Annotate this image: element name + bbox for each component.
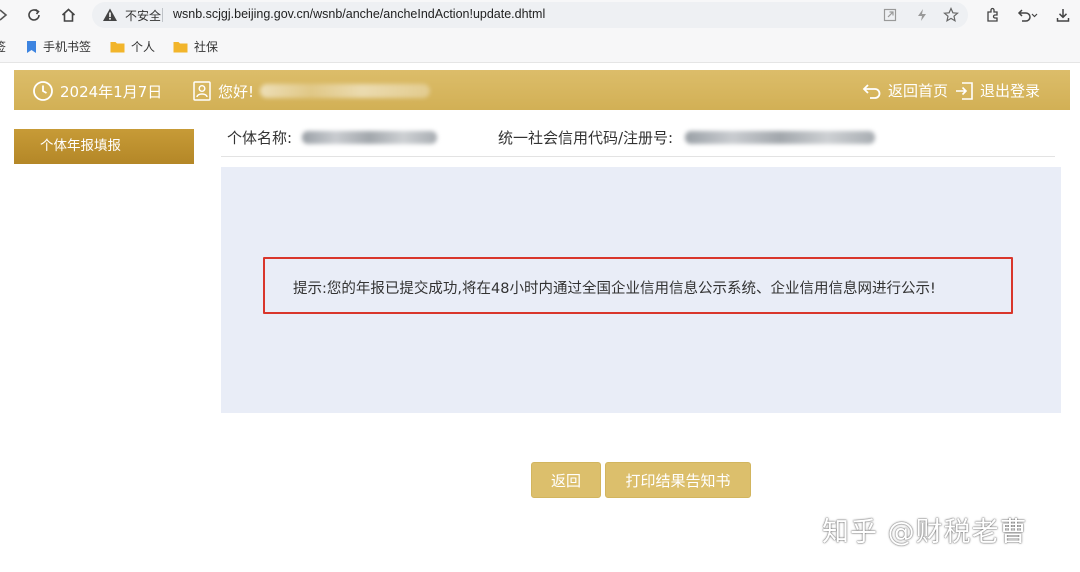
browser-toolbar: 不安全 wsnb.scjgj.beijing.gov.cn/wsnb/anche…	[0, 0, 1080, 30]
bookmark-label: 社保	[194, 40, 219, 54]
notice-highlight-box: 提示:您的年报已提交成功,将在48小时内通过全国企业信用信息公示系统、企业信用信…	[263, 257, 1013, 314]
home-icon[interactable]	[56, 3, 80, 27]
credit-code-row: 统一社会信用代码/注册号:	[498, 127, 876, 148]
open-in-app-icon[interactable]	[882, 7, 898, 23]
insecure-label[interactable]: 不安全	[125, 7, 161, 24]
bookmark-personal[interactable]: 个人	[110, 38, 155, 55]
extensions-icon[interactable]	[982, 4, 1004, 26]
bookmark-label: 个人	[131, 40, 156, 54]
user-badge-icon	[193, 81, 211, 101]
warning-icon	[102, 7, 118, 27]
watermark-text: 知乎 @财税老曹	[822, 517, 1028, 548]
credit-code-label: 统一社会信用代码/注册号:	[498, 129, 674, 147]
notice-text: 提示:您的年报已提交成功,将在48小时内通过全国企业信用信息公示系统、企业信用信…	[293, 281, 936, 297]
header-greeting: 您好!	[192, 80, 431, 102]
entity-name-label: 个体名称:	[227, 129, 293, 147]
print-result-button[interactable]: 打印结果告知书	[605, 462, 751, 498]
forward-icon[interactable]	[0, 3, 16, 27]
greeting-text: 您好!	[218, 82, 255, 101]
date-text: 2024年1月7日	[60, 82, 163, 101]
bookmark-social-security[interactable]: 社保	[173, 38, 218, 55]
back-button[interactable]: 返回	[531, 462, 601, 498]
logout-link[interactable]: 退出登录	[954, 80, 1040, 101]
bookmark-item[interactable]: 签	[0, 38, 6, 55]
redacted-entity-name	[302, 131, 438, 144]
redacted-user-name	[260, 84, 431, 98]
reload-icon[interactable]	[22, 3, 46, 27]
header-date: 2024年1月7日	[32, 80, 162, 102]
sidebar-item-annual-report[interactable]: 个体年报填报	[14, 129, 194, 164]
bookmark-label: 手机书签	[43, 40, 92, 54]
logout-link-label: 退出登录	[980, 82, 1041, 100]
page-header: 2024年1月7日 您好! 返回首页 退出登录	[14, 70, 1070, 110]
entity-name-row: 个体名称:	[227, 127, 438, 148]
separator	[162, 8, 163, 22]
star-icon[interactable]	[943, 7, 959, 23]
home-link-label: 返回首页	[888, 82, 949, 100]
home-link[interactable]: 返回首页	[862, 80, 948, 101]
mobile-bookmark-icon	[27, 40, 36, 53]
undo-dropdown-icon[interactable]	[1016, 4, 1038, 26]
bookmarks-bar: 签 手机书签 个人 社保	[0, 30, 1080, 63]
lightning-icon[interactable]	[914, 7, 930, 23]
folder-icon	[173, 41, 188, 52]
folder-icon	[110, 41, 125, 52]
bookmark-mobile[interactable]: 手机书签	[26, 38, 91, 55]
return-arrow-icon	[862, 83, 881, 99]
url-text[interactable]: wsnb.scjgj.beijing.gov.cn/wsnb/anche/anc…	[173, 7, 545, 21]
download-icon[interactable]	[1052, 4, 1074, 26]
clock-icon	[33, 81, 53, 101]
logout-icon	[956, 81, 973, 100]
address-bar[interactable]: 不安全 wsnb.scjgj.beijing.gov.cn/wsnb/anche…	[92, 2, 968, 28]
divider	[221, 156, 1055, 157]
redacted-credit-code	[685, 131, 876, 144]
